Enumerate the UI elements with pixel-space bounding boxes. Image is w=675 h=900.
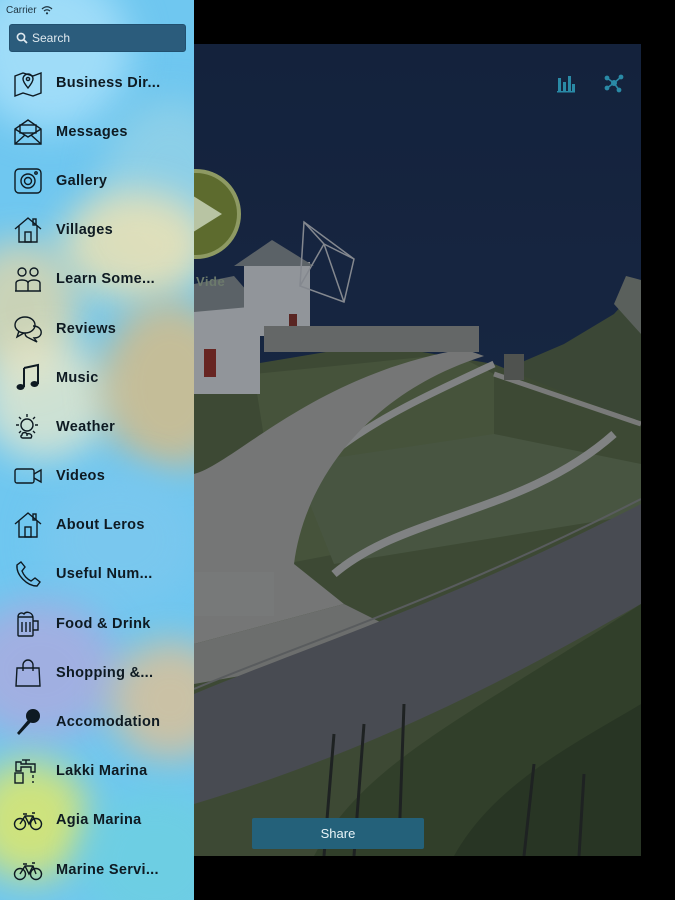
search-input[interactable] — [32, 31, 182, 45]
envelope-icon — [14, 118, 42, 145]
weather-icon — [16, 413, 38, 439]
menu-item-business-directory[interactable]: Business Dir... — [0, 58, 194, 107]
microphone-icon — [17, 709, 40, 736]
carrier-label: Carrier — [6, 4, 37, 16]
menu-item-reviews[interactable]: Reviews — [0, 304, 194, 353]
menu-item-messages[interactable]: Messages — [0, 107, 194, 156]
shopping-bag-icon — [15, 659, 41, 687]
dim-overlay — [194, 44, 641, 856]
wifi-icon — [41, 6, 52, 15]
menu-item-agia-marina[interactable]: Agia Marina — [0, 796, 194, 845]
menu-item-label: Useful Num... — [56, 566, 153, 583]
menu-item-marine-services[interactable]: Marine Servi... — [0, 845, 194, 894]
menu-item-label: Agia Marina — [56, 812, 142, 829]
camera-icon — [14, 168, 42, 194]
map-pin-icon — [14, 71, 42, 97]
menu-item-label: Videos — [56, 468, 106, 485]
menu-item-lakki-marina[interactable]: Lakki Marina — [0, 747, 194, 796]
bicycle-icon — [13, 812, 43, 831]
menu-item-label: Shopping &... — [56, 664, 154, 681]
menu-item-about-leros[interactable]: About Leros — [0, 501, 194, 550]
music-note-icon — [16, 363, 39, 390]
menu-item-label: Music — [56, 369, 99, 386]
chat-bubbles-icon — [14, 315, 42, 343]
top-toolbar — [555, 72, 625, 94]
people-icon — [15, 267, 41, 293]
menu-item-gallery[interactable]: Gallery — [0, 156, 194, 205]
search-icon — [16, 32, 28, 44]
phone-icon — [16, 561, 41, 588]
play-video-label: Vide — [196, 274, 226, 289]
menu-item-music[interactable]: Music — [0, 353, 194, 402]
menu-item-shopping[interactable]: Shopping &... — [0, 648, 194, 697]
menu-item-useful-numbers[interactable]: Useful Num... — [0, 550, 194, 599]
menu-list: Business Dir... Messages Gallery Village… — [0, 58, 194, 894]
menu-item-label: Lakki Marina — [56, 763, 148, 780]
play-video-icon[interactable] — [194, 168, 242, 260]
menu-item-accomodation[interactable]: Accomodation — [0, 697, 194, 746]
menu-item-villages[interactable]: Villages — [0, 206, 194, 255]
main-content: Vide Share — [194, 44, 641, 856]
menu-item-label: Gallery — [56, 172, 108, 189]
menu-item-weather[interactable]: Weather — [0, 402, 194, 451]
sidebar: Carrier Business Dir... Messages — [0, 0, 194, 900]
status-bar: Carrier — [0, 0, 194, 20]
bicycle-icon — [13, 861, 43, 880]
menu-item-label: Weather — [56, 418, 116, 435]
beer-mug-icon — [17, 611, 39, 637]
home-icon — [14, 512, 42, 538]
faucet-icon — [14, 759, 36, 784]
menu-item-label: Reviews — [56, 320, 117, 337]
video-camera-icon — [14, 468, 42, 484]
menu-item-food-drink[interactable]: Food & Drink — [0, 599, 194, 648]
menu-item-label: Food & Drink — [56, 615, 151, 632]
share-button[interactable]: Share — [252, 818, 424, 849]
menu-item-label: Messages — [56, 123, 128, 140]
menu-item-label: Learn Some... — [56, 271, 155, 288]
menu-item-videos[interactable]: Videos — [0, 452, 194, 501]
home-icon — [14, 217, 42, 243]
menu-item-label: Villages — [56, 222, 113, 239]
menu-item-label: About Leros — [56, 517, 145, 534]
search-box[interactable] — [9, 24, 186, 52]
bar-chart-icon[interactable] — [555, 72, 577, 94]
menu-item-learn-something[interactable]: Learn Some... — [0, 255, 194, 304]
share-network-icon[interactable] — [603, 72, 625, 94]
menu-item-label: Business Dir... — [56, 74, 161, 91]
menu-item-label: Marine Servi... — [56, 861, 159, 878]
menu-item-label: Accomodation — [56, 714, 161, 731]
